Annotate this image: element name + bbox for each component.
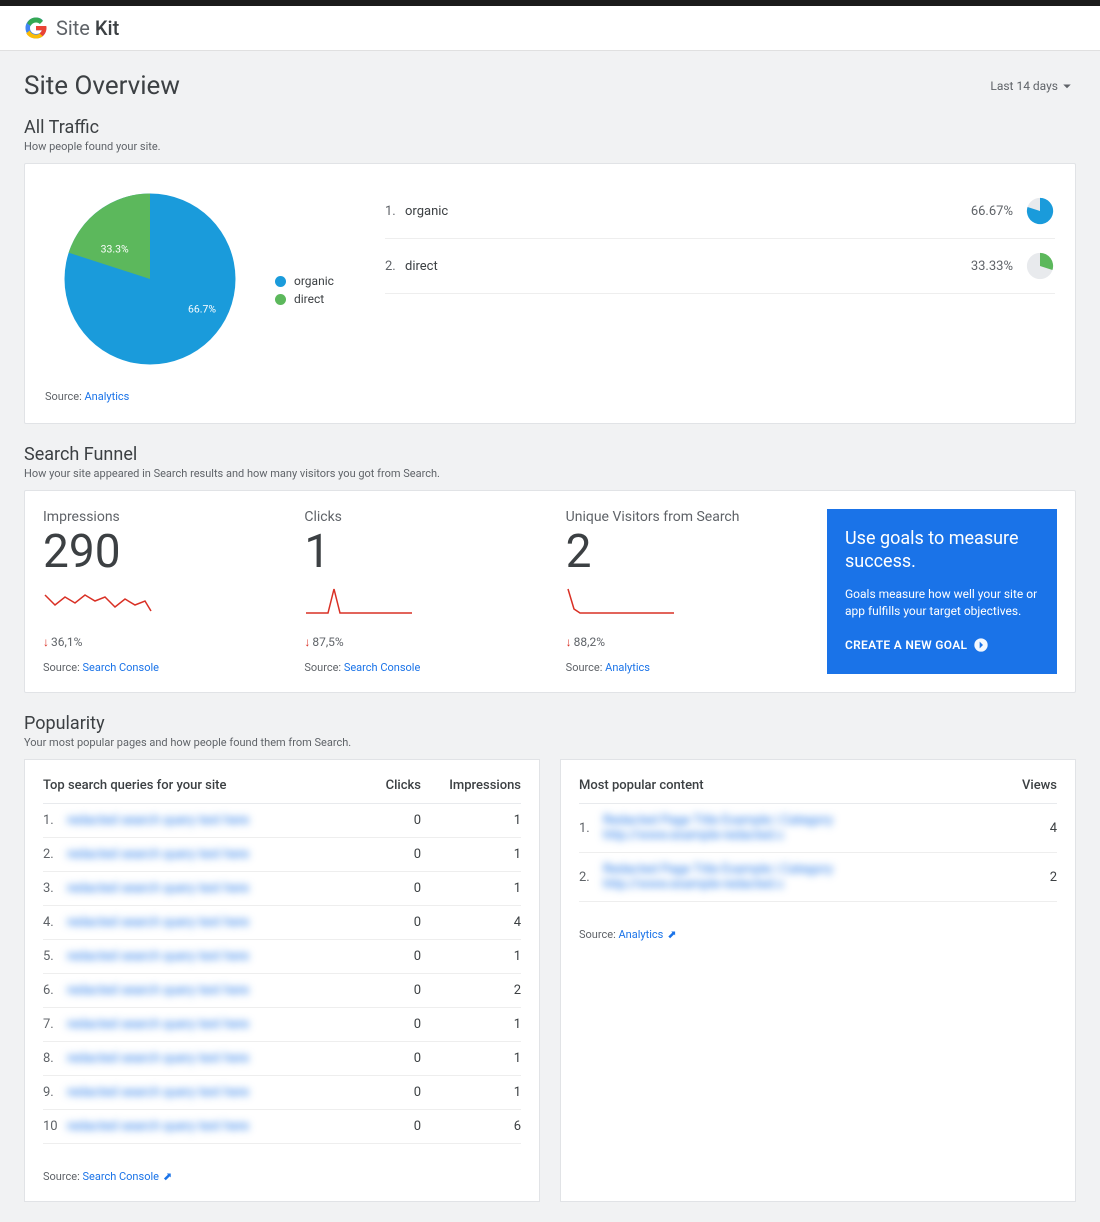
mini-pie-icon bbox=[1025, 251, 1055, 281]
mini-pie-icon bbox=[1025, 196, 1055, 226]
table-row: 2.Redacted Page Title Example | Category… bbox=[579, 853, 1057, 902]
query-link[interactable]: redacted search query text here bbox=[67, 983, 341, 998]
popularity-section-sub: Your most popular pages and how people f… bbox=[24, 736, 1076, 749]
query-link[interactable]: redacted search query text here bbox=[67, 949, 341, 964]
table-row: 8.redacted search query text here01 bbox=[43, 1042, 521, 1076]
search-funnel-card: Impressions 290 ↓36,1% Source: Search Co… bbox=[24, 490, 1076, 693]
popularity-section-title: Popularity bbox=[24, 713, 1076, 734]
table-row: 7.redacted search query text here01 bbox=[43, 1008, 521, 1042]
app-header: Site Kit bbox=[0, 6, 1100, 51]
table-row: 5.redacted search query text here01 bbox=[43, 940, 521, 974]
queries-card: Top search queries for your site Clicks … bbox=[24, 759, 540, 1202]
product-name: Site Kit bbox=[56, 16, 119, 40]
funnel-section-sub: How your site appeared in Search results… bbox=[24, 467, 1076, 480]
page-title: Site Overview bbox=[24, 71, 180, 101]
traffic-source: Source: Analytics bbox=[45, 390, 365, 403]
content-link[interactable]: Redacted Page Title Example | Categoryht… bbox=[603, 862, 957, 892]
query-link[interactable]: redacted search query text here bbox=[67, 1085, 341, 1100]
table-row: 6.redacted search query text here02 bbox=[43, 974, 521, 1008]
traffic-section-sub: How people found your site. bbox=[24, 140, 1076, 153]
down-arrow-icon: ↓ bbox=[304, 635, 310, 649]
table-row: 9.redacted search query text here01 bbox=[43, 1076, 521, 1110]
analytics-link[interactable]: Analytics bbox=[605, 661, 650, 674]
all-traffic-card: 33.3% 66.7% organic direct Source: Analy… bbox=[24, 163, 1076, 424]
query-link[interactable]: redacted search query text here bbox=[67, 1051, 341, 1066]
sparkline bbox=[566, 583, 676, 623]
clicks-col: Clicks 1 ↓87,5% Source: Search Console bbox=[304, 509, 553, 674]
search-console-link[interactable]: Search Console bbox=[82, 661, 158, 674]
analytics-link[interactable]: Analytics bbox=[84, 390, 129, 403]
pie-legend: organic direct bbox=[275, 274, 334, 310]
table-row: 10redacted search query text here06 bbox=[43, 1110, 521, 1144]
create-goal-button[interactable]: CREATE A NEW GOAL bbox=[845, 637, 1039, 653]
sparkline bbox=[43, 583, 153, 623]
query-link[interactable]: redacted search query text here bbox=[67, 847, 341, 862]
query-link[interactable]: redacted search query text here bbox=[67, 813, 341, 828]
content-link[interactable]: Redacted Page Title Example | Categoryht… bbox=[603, 813, 957, 843]
external-link-icon: ⬈ bbox=[667, 928, 676, 941]
down-arrow-icon: ↓ bbox=[43, 635, 49, 649]
table-row: 1.redacted search query text here01 bbox=[43, 804, 521, 838]
table-row: 1.Redacted Page Title Example | Category… bbox=[579, 804, 1057, 853]
traffic-row: 1. organic 66.67% bbox=[385, 184, 1055, 239]
query-link[interactable]: redacted search query text here bbox=[67, 1119, 341, 1134]
goals-cta-box: Use goals to measure success. Goals meas… bbox=[827, 509, 1057, 674]
content-card: Most popular content Views 1.Redacted Pa… bbox=[560, 759, 1076, 1202]
table-row: 4.redacted search query text here04 bbox=[43, 906, 521, 940]
sparkline bbox=[304, 583, 414, 623]
query-link[interactable]: redacted search query text here bbox=[67, 881, 341, 896]
funnel-section-title: Search Funnel bbox=[24, 444, 1076, 465]
traffic-section-title: All Traffic bbox=[24, 117, 1076, 138]
chevron-down-icon bbox=[1058, 77, 1076, 95]
query-link[interactable]: redacted search query text here bbox=[67, 1017, 341, 1032]
query-link[interactable]: redacted search query text here bbox=[67, 915, 341, 930]
traffic-row: 2. direct 33.33% bbox=[385, 239, 1055, 294]
arrow-right-circle-icon bbox=[973, 637, 989, 653]
down-arrow-icon: ↓ bbox=[566, 635, 572, 649]
svg-text:33.3%: 33.3% bbox=[101, 242, 129, 255]
google-logo-icon bbox=[24, 16, 48, 40]
analytics-link[interactable]: Analytics bbox=[618, 928, 663, 941]
date-range-selector[interactable]: Last 14 days bbox=[990, 77, 1076, 95]
external-link-icon: ⬈ bbox=[163, 1170, 172, 1183]
impressions-col: Impressions 290 ↓36,1% Source: Search Co… bbox=[43, 509, 292, 674]
table-row: 3.redacted search query text here01 bbox=[43, 872, 521, 906]
table-row: 2.redacted search query text here01 bbox=[43, 838, 521, 872]
svg-text:66.7%: 66.7% bbox=[188, 302, 216, 315]
search-console-link[interactable]: Search Console bbox=[344, 661, 420, 674]
search-console-link[interactable]: Search Console bbox=[82, 1170, 158, 1183]
traffic-pie-chart: 33.3% 66.7% bbox=[45, 184, 255, 374]
visitors-col: Unique Visitors from Search 2 ↓88,2% Sou… bbox=[566, 509, 815, 674]
